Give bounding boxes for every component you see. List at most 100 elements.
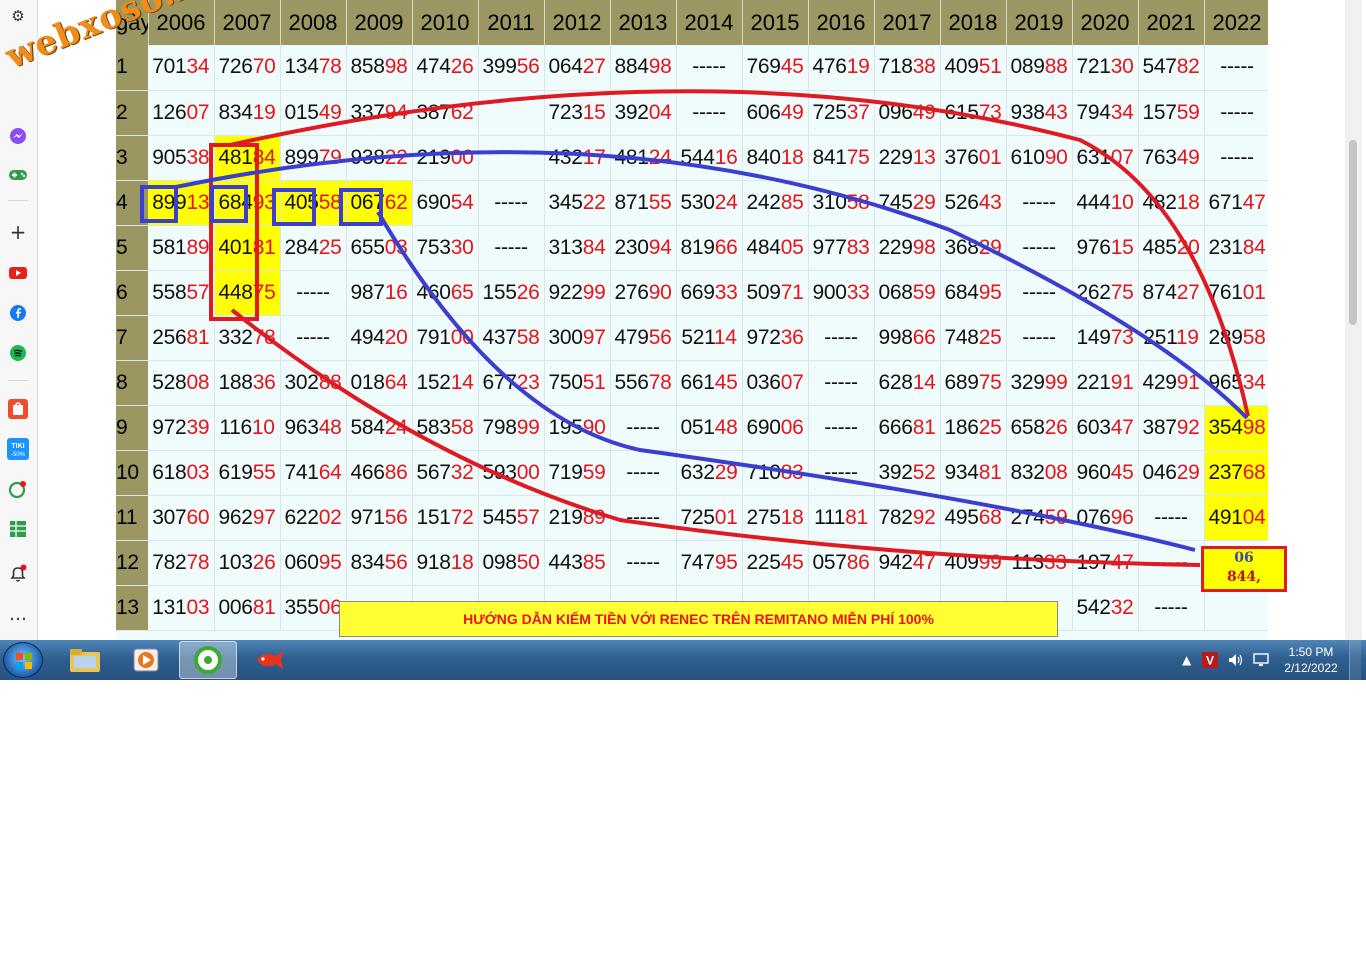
year-header[interactable]: 2021 <box>1138 0 1205 45</box>
result-prefix: 884 <box>614 55 649 79</box>
day-label: 5 <box>116 225 148 271</box>
spotify-icon[interactable] <box>7 342 29 364</box>
youtube-icon[interactable] <box>7 262 29 284</box>
result-prefix: 006 <box>218 595 253 619</box>
result-prefix: 584 <box>350 415 385 439</box>
vertical-scrollbar[interactable] <box>1345 0 1362 640</box>
result-last-two: 01 <box>714 505 738 529</box>
windows-logo-icon <box>16 653 32 669</box>
result-last-two: 51 <box>978 55 1002 79</box>
result-cell: 58189 <box>148 225 215 271</box>
year-header[interactable]: 2017 <box>874 0 941 45</box>
result-prefix: 152 <box>416 370 451 394</box>
year-header[interactable]: 2008 <box>280 0 347 45</box>
promo-banner[interactable]: HƯỚNG DẪN KIẾM TIỀN VỚI RENEC TRÊN REMIT… <box>339 601 1058 637</box>
table-app-icon[interactable] <box>7 518 29 540</box>
app-button[interactable] <box>241 641 299 679</box>
system-clock[interactable]: 1:50 PM 2/12/2022 <box>1280 644 1342 676</box>
result-prefix: 965 <box>1208 370 1243 394</box>
day-label: 2 <box>116 90 148 136</box>
result-prefix: 747 <box>680 550 715 574</box>
result-prefix: 064 <box>548 55 583 79</box>
year-header[interactable]: 2010 <box>412 0 479 45</box>
result-last-two: 89 <box>186 235 210 259</box>
media-player-button[interactable] <box>117 641 175 679</box>
result-cell: 72315 <box>544 90 611 136</box>
facebook-icon[interactable] <box>7 302 29 324</box>
result-last-two: 00 <box>450 145 474 169</box>
result-prefix: 977 <box>812 235 847 259</box>
result-last-two: 86 <box>384 460 408 484</box>
year-header[interactable]: 2012 <box>544 0 611 45</box>
messenger-icon[interactable] <box>7 125 29 147</box>
result-cell: 39956 <box>478 45 545 91</box>
result-prefix: 834 <box>350 550 385 574</box>
shopee-icon[interactable] <box>7 398 29 420</box>
result-last-two: 30 <box>1110 55 1134 79</box>
bell-icon[interactable] <box>7 563 29 585</box>
year-header[interactable]: 2016 <box>808 0 875 45</box>
add-icon[interactable]: + <box>7 220 29 244</box>
result-cell: 79434 <box>1072 90 1139 136</box>
result-prefix: 197 <box>1076 550 1111 574</box>
volume-icon[interactable] <box>1227 640 1245 680</box>
result-last-two: 91 <box>1176 370 1200 394</box>
result-last-two: 59 <box>1176 100 1200 124</box>
result-last-two: 68 <box>1242 460 1266 484</box>
result-cell: 47426 <box>412 45 479 91</box>
connect-icon[interactable] <box>7 478 29 500</box>
result-cell: 48124 <box>610 135 677 181</box>
result-prefix: 437 <box>482 325 517 349</box>
result-prefix: ----- <box>1220 145 1254 169</box>
result-cell: 06859 <box>874 270 941 316</box>
result-prefix: 256 <box>152 325 187 349</box>
result-prefix: 089 <box>1010 55 1045 79</box>
network-icon[interactable] <box>1252 640 1270 680</box>
result-cell: 97615 <box>1072 225 1139 271</box>
gear-icon[interactable]: ⚙ <box>7 5 29 27</box>
result-cell: 79100 <box>412 315 479 361</box>
result-prefix: 300 <box>548 325 583 349</box>
result-last-two: 43 <box>1044 100 1068 124</box>
result-cell: ----- <box>676 90 743 136</box>
browser-button[interactable] <box>179 641 237 679</box>
tray-expand-icon[interactable]: ▲ <box>1182 640 1191 680</box>
result-cell: 27690 <box>610 270 677 316</box>
year-header[interactable]: 2007 <box>214 0 281 45</box>
result-cell: 28425 <box>280 225 347 271</box>
year-header[interactable]: 2014 <box>676 0 743 45</box>
year-header[interactable]: 2015 <box>742 0 809 45</box>
result-last-two: 56 <box>384 505 408 529</box>
show-desktop-button[interactable] <box>1349 640 1361 680</box>
result-cell: 83419 <box>214 90 281 136</box>
result-prefix: 018 <box>350 370 385 394</box>
result-prefix: 615 <box>944 100 979 124</box>
year-header[interactable]: 2020 <box>1072 0 1139 45</box>
result-prefix: 429 <box>1142 370 1177 394</box>
year-header[interactable]: 2019 <box>1006 0 1073 45</box>
tiki-icon[interactable]: TIKI -50% <box>7 438 29 460</box>
result-last-two: 79 <box>318 145 342 169</box>
year-header[interactable]: 2022 <box>1204 0 1268 45</box>
result-last-two: 75 <box>1110 280 1134 304</box>
file-explorer-button[interactable] <box>56 641 114 679</box>
result-prefix: 225 <box>746 550 781 574</box>
gamepad-icon[interactable] <box>7 164 29 186</box>
result-prefix: ----- <box>692 55 726 79</box>
result-prefix: 545 <box>482 505 517 529</box>
result-last-two: 99 <box>582 280 606 304</box>
table-row: 9 97239 11610 96348 58424 58358 79899 19590 ----… <box>116 405 1268 451</box>
result-cell: 67723 <box>478 360 545 406</box>
antivirus-tray-icon[interactable]: V <box>1202 640 1218 680</box>
result-prefix: 036 <box>746 370 781 394</box>
result-last-two: 78 <box>318 55 342 79</box>
year-header[interactable]: 2018 <box>940 0 1007 45</box>
more-icon[interactable]: … <box>7 603 29 625</box>
start-button[interactable] <box>3 642 43 678</box>
scrollbar-thumb[interactable] <box>1349 140 1357 325</box>
result-prefix: ----- <box>626 415 660 439</box>
year-header[interactable]: 2011 <box>478 0 545 45</box>
year-header[interactable]: 2009 <box>346 0 413 45</box>
result-prefix: 387 <box>1142 415 1177 439</box>
year-header[interactable]: 2013 <box>610 0 677 45</box>
